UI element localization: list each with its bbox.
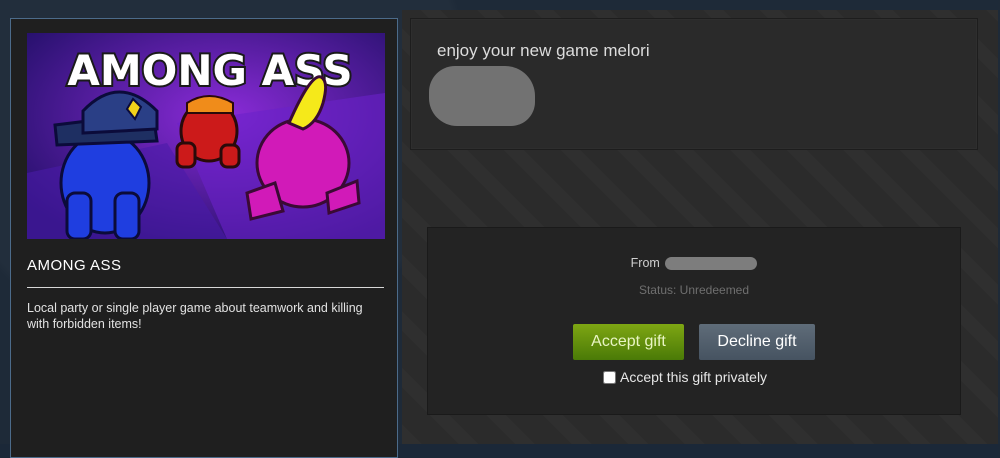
game-card: AMONG ASS AMONG ASS Local party or singl… bbox=[10, 18, 398, 458]
accept-privately-checkbox[interactable] bbox=[603, 370, 616, 384]
accept-privately-option[interactable]: Accept this gift privately bbox=[603, 369, 767, 385]
accept-gift-button[interactable]: Accept gift bbox=[573, 324, 684, 360]
game-description: Local party or single player game about … bbox=[27, 301, 363, 331]
gift-message-panel: enjoy your new game melori bbox=[410, 18, 978, 150]
redacted-sender-name bbox=[665, 257, 758, 271]
title-divider bbox=[27, 287, 384, 288]
gift-action-panel: From Status: Unredeemed Accept gift Decl… bbox=[427, 227, 961, 415]
redacted-signature bbox=[429, 66, 535, 126]
from-label: From bbox=[630, 256, 660, 270]
accept-privately-label: Accept this gift privately bbox=[620, 369, 768, 385]
gift-status: Status: Unredeemed bbox=[638, 283, 750, 297]
decline-gift-button[interactable]: Decline gift bbox=[699, 324, 815, 360]
game-capsule-image[interactable]: AMONG ASS bbox=[27, 33, 385, 239]
from-line: From bbox=[428, 256, 960, 271]
game-title: AMONG ASS bbox=[27, 257, 122, 274]
gift-message-text: enjoy your new game melori bbox=[437, 41, 650, 60]
